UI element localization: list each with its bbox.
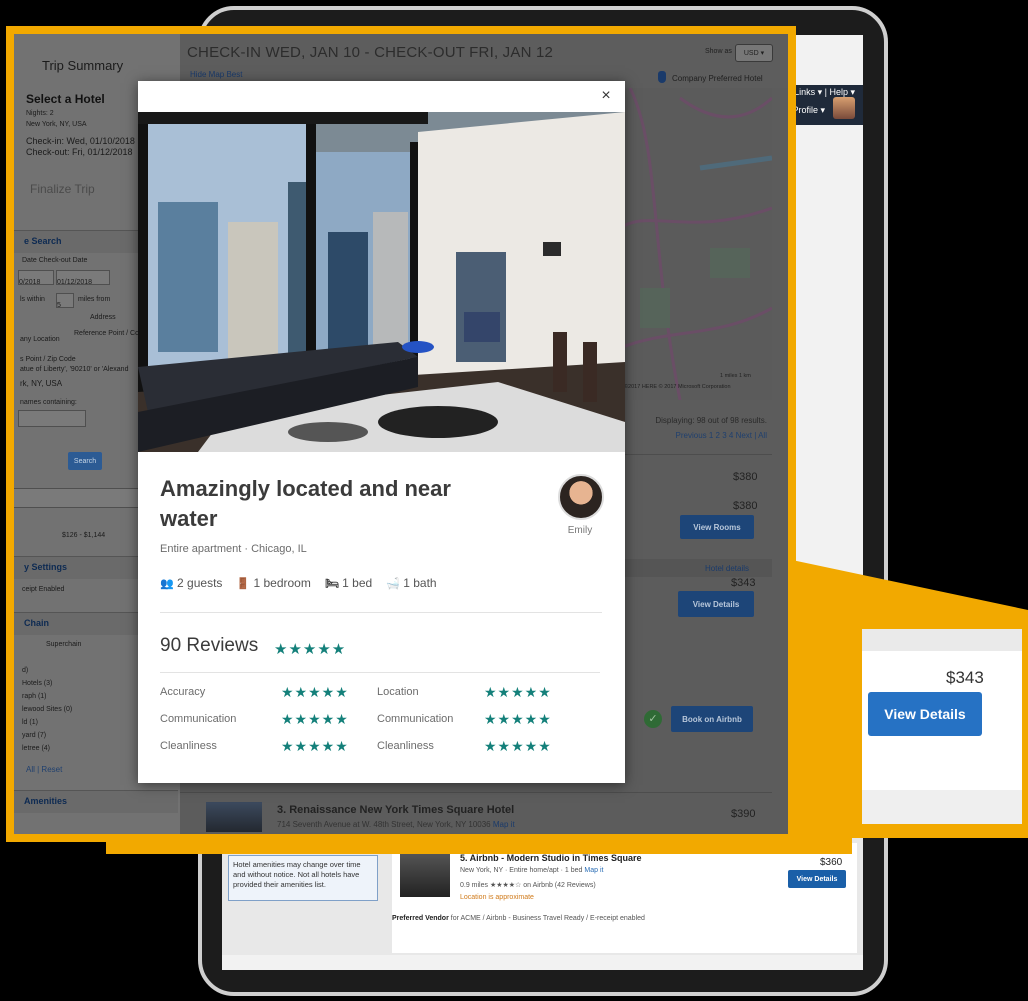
rating-stars-icon: ★★★★★ (281, 711, 349, 727)
bedroom-icon: 🚪 (236, 578, 251, 590)
zoom-footer-strip (862, 790, 1022, 824)
rating-stars-icon: ★★★★★ (484, 711, 552, 727)
divider (160, 672, 600, 673)
overall-stars-icon: ★★★★★ (274, 641, 347, 658)
rating-label: Communication (160, 713, 237, 725)
host-avatar[interactable] (558, 474, 604, 520)
rating-stars-icon: ★★★★★ (281, 684, 349, 700)
bed-icon: 🛏 (324, 578, 339, 590)
amenities-row: 👥 2 guests 🚪 1 bedroom 🛏 1 bed 🛁 1 bath (160, 576, 437, 590)
bath-icon: 🛁 (386, 578, 400, 590)
bed-amenity: 🛏 1 bed (324, 576, 373, 590)
rating-label: Accuracy (160, 686, 206, 698)
host-name: Emily (567, 525, 593, 536)
reviews-count: 90 Reviews (160, 635, 259, 656)
bath-amenity: 🛁 1 bath (386, 576, 437, 590)
listing-title: Amazingly located and near water (160, 476, 451, 531)
rating-stars-icon: ★★★★★ (484, 738, 552, 754)
rating-stars-icon: ★★★★★ (281, 738, 349, 754)
rating-label: Communication (377, 713, 454, 725)
bedroom-amenity: 🚪 1 bedroom (236, 576, 311, 590)
divider (160, 612, 602, 613)
rating-stars-icon: ★★★★★ (484, 684, 552, 700)
close-icon[interactable]: × (599, 88, 613, 104)
guests-icon: 👥 (160, 578, 174, 590)
listing-subtitle: Entire apartment · Chicago, IL (160, 543, 307, 555)
zoom-header-strip (862, 629, 1022, 651)
zoom-price: $343 (946, 668, 984, 687)
rating-label: Cleanliness (160, 740, 217, 752)
rating-label: Location (377, 686, 419, 698)
guests-amenity: 👥 2 guests (160, 576, 223, 590)
listing-photo[interactable] (138, 112, 625, 452)
zoom-view-details-button[interactable]: View Details (868, 692, 982, 736)
rating-label: Cleanliness (377, 740, 434, 752)
